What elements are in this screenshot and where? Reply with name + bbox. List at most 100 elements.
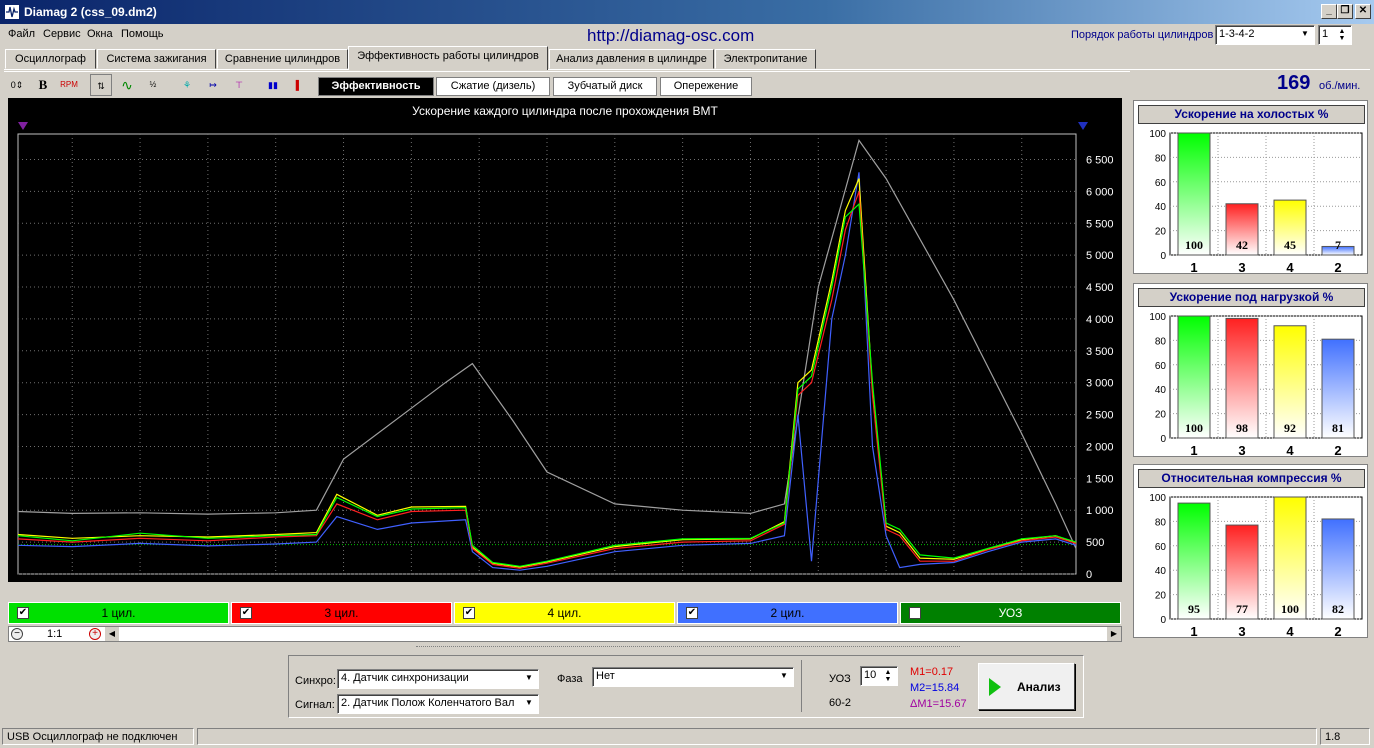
graph-line-icon[interactable]: ∿ <box>116 74 138 96</box>
zoom-level: 1:1 <box>47 628 63 640</box>
signal-label: Сигнал: <box>295 699 335 711</box>
bar-y-tick: 20 <box>1155 227 1167 238</box>
tab-cylinder-efficiency[interactable]: Эффективность работы цилиндров <box>348 46 548 70</box>
bar-category-label: 1 <box>1190 443 1197 458</box>
rpm-value: 169 <box>1277 72 1311 94</box>
bar-category-label: 3 <box>1238 260 1245 275</box>
marker-icon[interactable]: ▌ <box>288 74 310 96</box>
bar-y-tick: 0 <box>1160 615 1166 626</box>
y-tick-label: 500 <box>1086 537 1104 549</box>
chart-plot[interactable]: 12345678910111213141505001 0001 5002 000… <box>8 98 1122 582</box>
filter-icon[interactable]: ⊤ <box>228 74 250 96</box>
analysis-label: Анализ <box>1017 680 1061 694</box>
y-tick-label: 4 000 <box>1086 314 1114 326</box>
right-marker-icon[interactable] <box>1078 122 1088 130</box>
checkbox[interactable]: ✔ <box>463 607 475 619</box>
left-marker-icon[interactable] <box>18 122 28 130</box>
uoz-value: 10 <box>864 669 877 681</box>
y-tick-label: 4 500 <box>1086 282 1114 294</box>
legend-item-5[interactable]: УОЗ <box>900 602 1121 624</box>
scale-icon[interactable]: 0⇕ <box>6 74 28 96</box>
bar-value-label: 100 <box>1185 421 1203 435</box>
x-tick-label: 6 <box>408 581 414 582</box>
menu-service[interactable]: Сервис <box>43 28 81 40</box>
site-url-link[interactable]: http://diamag-osc.com <box>587 26 754 46</box>
bar-value-label: 82 <box>1332 602 1344 616</box>
bar-category-label: 2 <box>1334 443 1341 458</box>
uoz-spinner[interactable]: 10 ▲ ▼ <box>860 666 898 686</box>
close-button[interactable]: ✕ <box>1355 4 1371 19</box>
window-title: Diamag 2 (css_09.dm2) <box>24 5 157 19</box>
phase-select[interactable]: Нет ▼ <box>592 667 794 687</box>
menu-file[interactable]: Файл <box>8 28 35 40</box>
bar-category-label: 4 <box>1286 443 1294 458</box>
y-tick-label: 3 500 <box>1086 346 1114 358</box>
legend-item-2[interactable]: ✔ 3 цил. <box>231 602 452 624</box>
bold-icon[interactable]: B <box>32 74 54 96</box>
tab-power-supply[interactable]: Электропитание <box>715 49 816 69</box>
splitter[interactable] <box>416 646 960 652</box>
tab-cylinder-compare[interactable]: Сравнение цилиндров <box>217 49 348 69</box>
analysis-controls: Синхро: 4. Датчик синхронизации ▼ Сигнал:… <box>288 655 1084 718</box>
acceleration-chart[interactable]: Ускорение каждого цилиндра после прохожд… <box>8 98 1122 582</box>
checkbox[interactable] <box>909 607 921 619</box>
restore-button[interactable]: ❐ <box>1337 4 1353 19</box>
tab-ignition[interactable]: Система зажигания <box>97 49 216 69</box>
bars-icon[interactable]: ▮▮ <box>262 74 284 96</box>
bar-chart: 0 20 40 60 80 100 100 1 98 3 92 4 81 2 <box>1149 312 1363 458</box>
fraction-icon[interactable]: ½ <box>142 74 164 96</box>
menu-windows[interactable]: Окна <box>87 28 113 40</box>
legend-item-1[interactable]: ✔ 1 цил. <box>8 602 229 624</box>
checkbox[interactable]: ✔ <box>240 607 252 619</box>
y-tick-label: 1 500 <box>1086 473 1114 485</box>
cylinder-swap-icon[interactable]: ⇅ <box>90 74 112 96</box>
scroll-right-icon[interactable]: ▶ <box>1107 627 1121 641</box>
chevron-down-icon: ▼ <box>525 673 533 682</box>
scroll-left-icon[interactable]: ◀ <box>105 627 119 641</box>
rpm-icon[interactable]: RPM <box>58 74 80 96</box>
bar-category-label: 4 <box>1286 624 1294 639</box>
panel-title: Относительная компрессия % <box>1138 469 1365 488</box>
subtab-compression[interactable]: Сжатие (дизель) <box>436 77 550 96</box>
bar-y-tick: 60 <box>1155 542 1167 553</box>
checkbox[interactable]: ✔ <box>17 607 29 619</box>
bar-panel-3: Относительная компрессия % 0 20 40 60 80 100 95… <box>1133 464 1368 639</box>
bar-category-label: 1 <box>1190 624 1197 639</box>
subtab-advance[interactable]: Опережение <box>660 77 752 96</box>
analysis-button[interactable]: Анализ <box>978 663 1075 710</box>
zoom-out-icon[interactable]: − <box>11 628 23 640</box>
legend-item-4[interactable]: ✔ 2 цил. <box>677 602 898 624</box>
signal-select[interactable]: 2. Датчик Полож Коленчатого Вал ▼ <box>337 694 539 714</box>
menu-help[interactable]: Помощь <box>121 28 164 40</box>
x-tick-label: 8 <box>544 581 550 582</box>
zoom-in-icon[interactable]: + <box>89 628 101 640</box>
y-tick-label: 6 000 <box>1086 186 1114 198</box>
subtab-efficiency[interactable]: Эффективность <box>318 77 434 96</box>
series-line-3 цил. <box>17 191 1077 569</box>
sync-select[interactable]: 4. Датчик синхронизации ▼ <box>337 669 539 689</box>
numbers-icon[interactable]: ↦ <box>202 74 224 96</box>
cylinder-order-select[interactable]: 1-3-4-2 ▼ <box>1215 25 1315 45</box>
bar-1 <box>1177 315 1211 439</box>
bar-y-tick: 20 <box>1155 591 1167 602</box>
uoz-label: УОЗ <box>829 673 851 685</box>
network-icon[interactable]: ⚘ <box>176 74 198 96</box>
bar-category-label: 2 <box>1334 260 1341 275</box>
marker-delta: ΔM1=15.67 <box>910 698 967 710</box>
zoom-scrollbar[interactable]: − 1:1 + ◀ ▶ <box>8 626 1122 642</box>
marker-m2: M2=15.84 <box>910 682 960 694</box>
divider <box>801 660 802 712</box>
subtab-tooth-disc[interactable]: Зубчатый диск <box>553 77 657 96</box>
bar-y-tick: 0 <box>1160 434 1166 445</box>
legend-item-3[interactable]: ✔ 4 цил. <box>454 602 675 624</box>
tab-pressure-analysis[interactable]: Анализ давления в цилиндре <box>549 49 714 69</box>
checkbox[interactable]: ✔ <box>686 607 698 619</box>
spin-arrows-icon: ▲ ▼ <box>884 669 892 683</box>
y-tick-label: 3 000 <box>1086 378 1114 390</box>
bar-category-label: 3 <box>1238 624 1245 639</box>
tab-oscilloscope[interactable]: Осциллограф <box>5 49 96 69</box>
minimize-button[interactable]: _ <box>1321 4 1337 19</box>
bar-value-label: 98 <box>1236 421 1248 435</box>
phase-label: Фаза <box>557 673 583 685</box>
cylinder-start-spinner[interactable]: 1 ▲ ▼ <box>1318 25 1352 45</box>
